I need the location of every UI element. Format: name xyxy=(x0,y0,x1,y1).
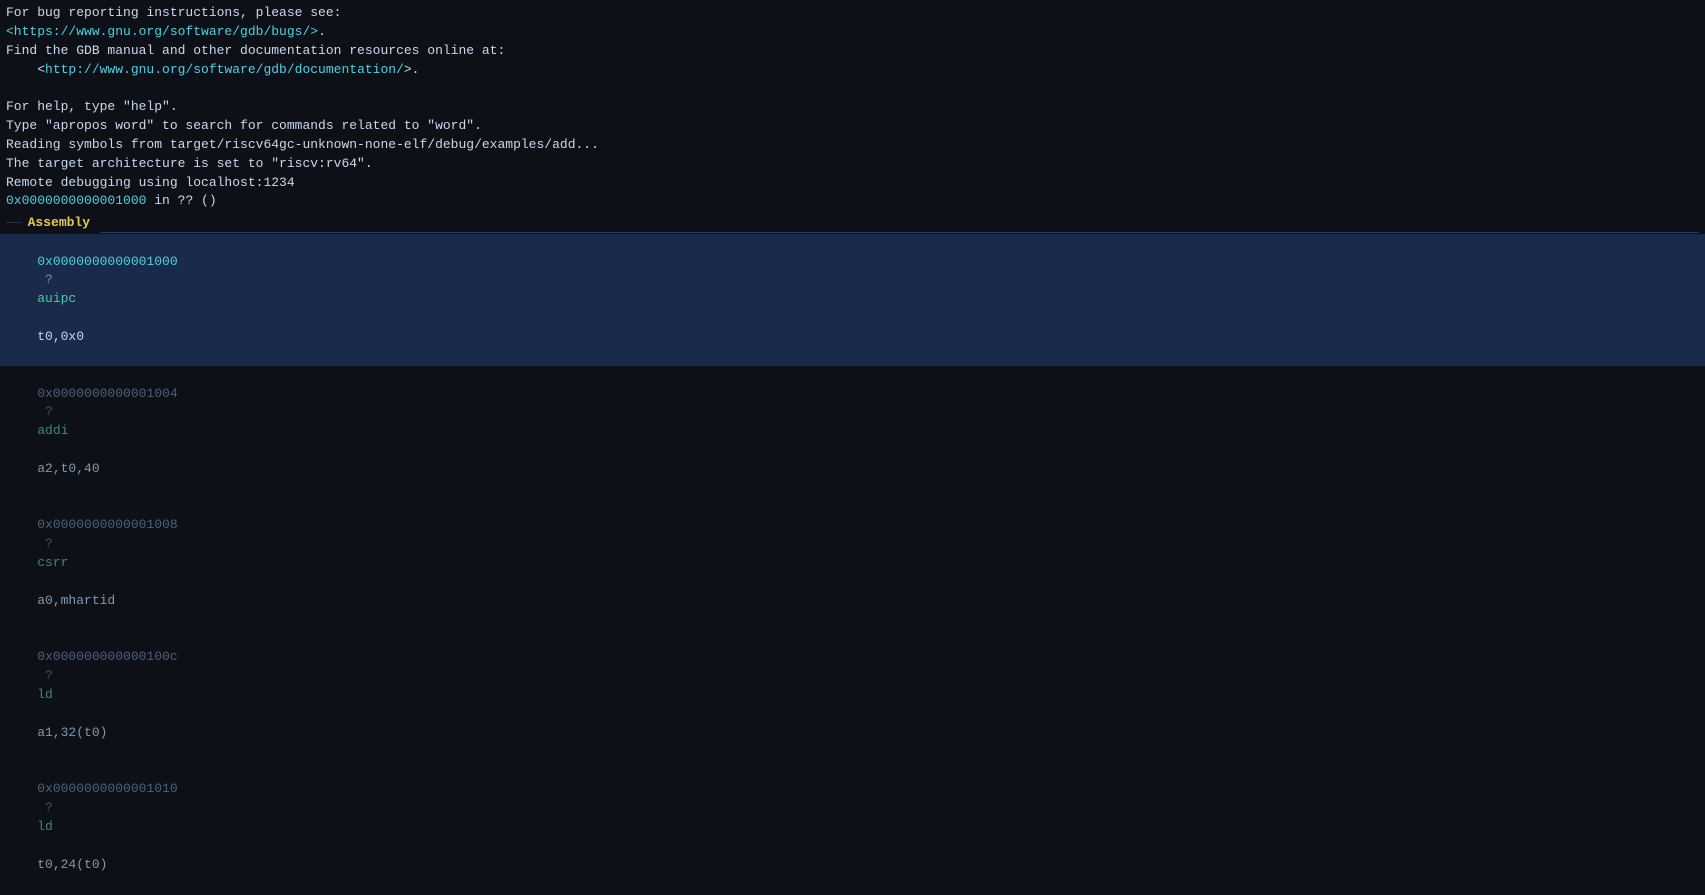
intro-line-2: <https://www.gnu.org/software/gdb/bugs/>… xyxy=(0,23,1705,42)
asm-row-1: 0x0000000000001004 ? addi a2,t0,40 xyxy=(0,366,1705,498)
intro-line-4: <http://www.gnu.org/software/gdb/documen… xyxy=(0,61,1705,80)
intro-line-1: For bug reporting instructions, please s… xyxy=(0,4,1705,23)
asm-row-0: 0x0000000000001000 ? auipc t0,0x0 xyxy=(0,234,1705,366)
intro-remote: Remote debugging using localhost:1234 xyxy=(0,174,1705,193)
intro-help: For help, type "help". xyxy=(0,98,1705,117)
intro-addr: 0x0000000000001000 in ?? () xyxy=(0,192,1705,211)
terminal-window: For bug reporting instructions, please s… xyxy=(0,0,1705,895)
intro-line-3: Find the GDB manual and other documentat… xyxy=(0,42,1705,61)
intro-arch: The target architecture is set to "riscv… xyxy=(0,155,1705,174)
asm-row-3: 0x000000000000100c ? ld a1,32(t0) xyxy=(0,630,1705,762)
asm-row-2: 0x0000000000001008 ? csrr a0,mhartid xyxy=(0,498,1705,630)
intro-blank xyxy=(0,79,1705,98)
asm-row-4: 0x0000000000001010 ? ld t0,24(t0) xyxy=(0,761,1705,893)
intro-apropos: Type "apropos word" to search for comman… xyxy=(0,117,1705,136)
assembly-header: —— Assembly xyxy=(0,211,1705,234)
intro-reading: Reading symbols from target/riscv64gc-un… xyxy=(0,136,1705,155)
